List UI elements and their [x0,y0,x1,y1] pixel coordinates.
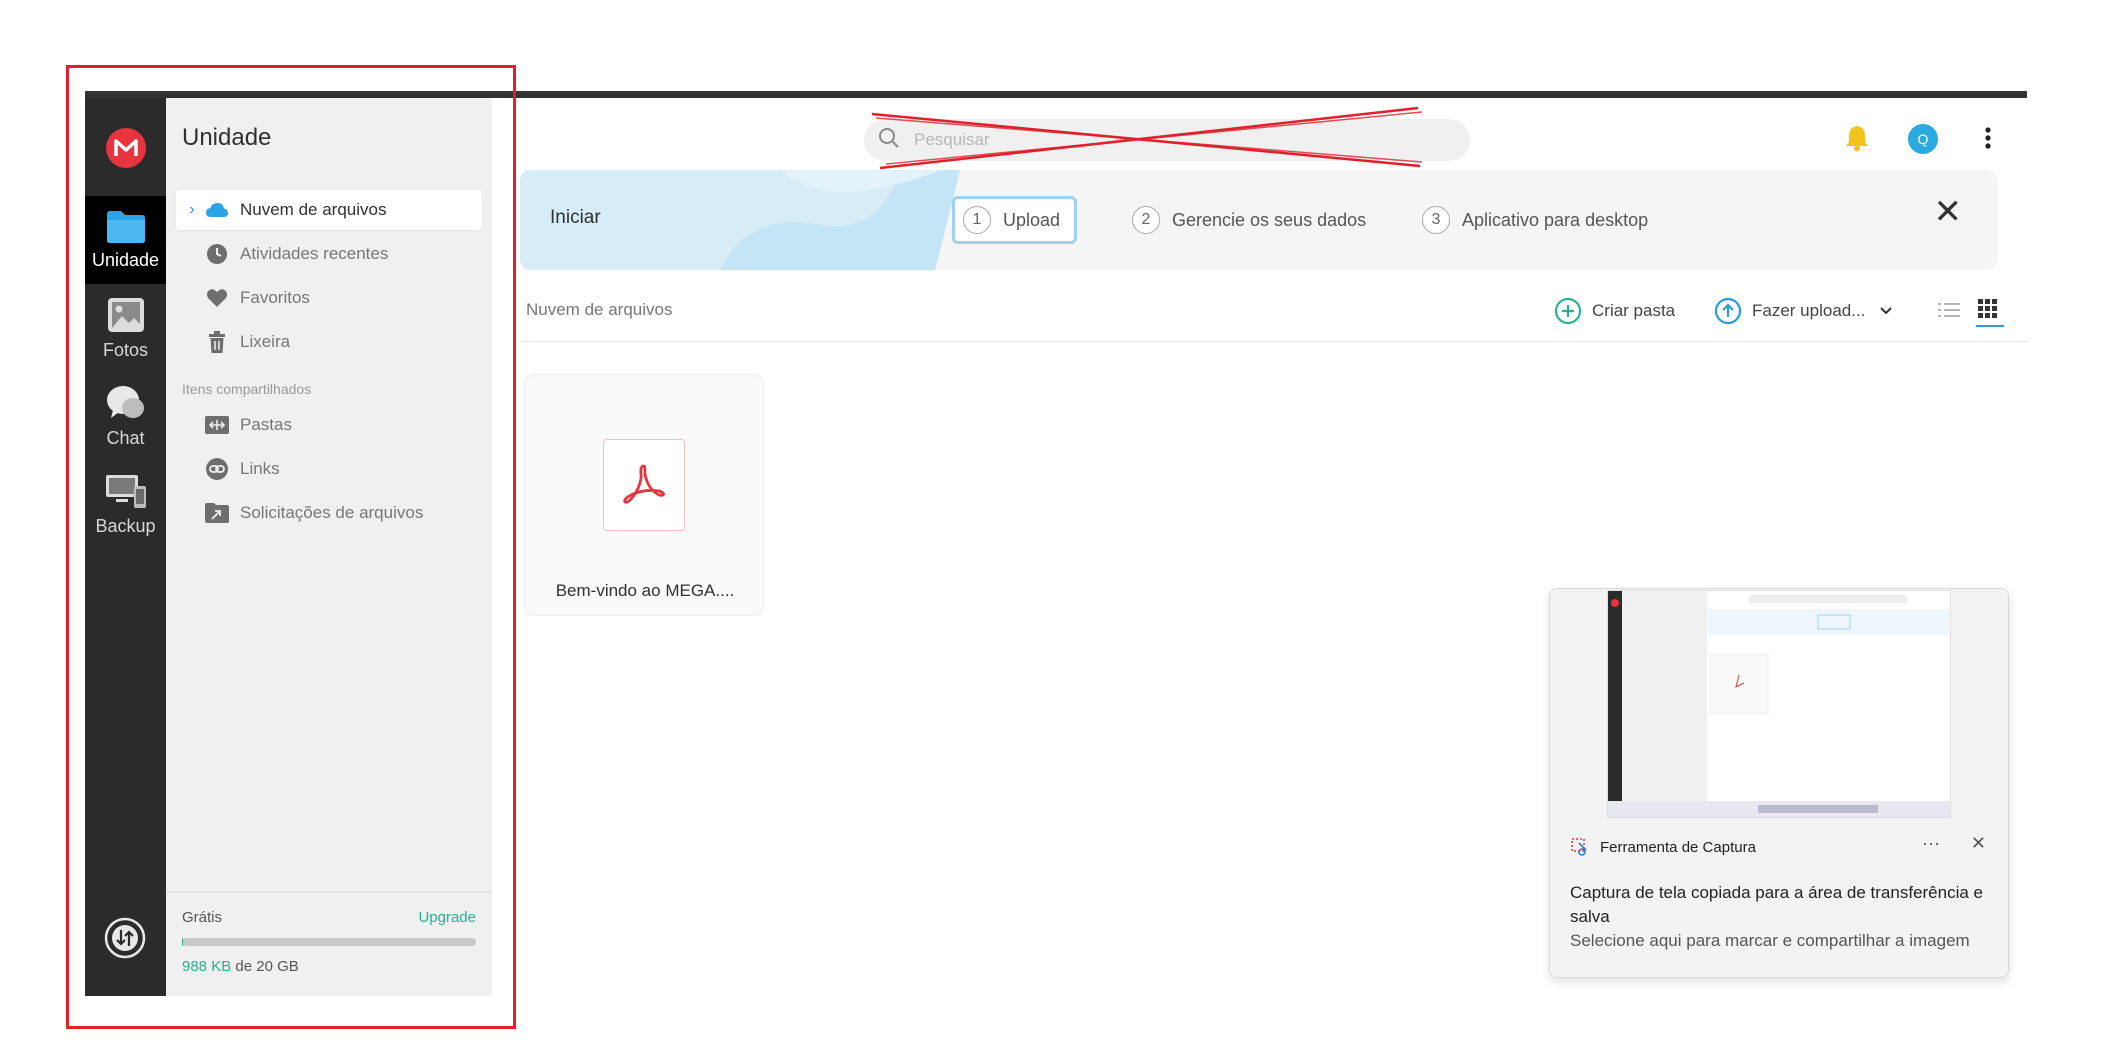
notifications-bell-icon[interactable] [1844,124,1870,157]
nav-label: Favoritos [240,288,310,307]
folder-icon [106,211,145,243]
list-view-icon[interactable] [1938,302,1960,323]
window-top-border [85,91,2027,98]
nav-item-lixeira[interactable]: Lixeira [176,322,482,362]
panel-divider [166,891,492,893]
grid-view-icon[interactable] [1978,299,1998,324]
step-label: Aplicativo para desktop [1462,209,1649,230]
search-input[interactable] [914,130,1394,150]
avatar[interactable]: Q [1908,124,1938,154]
cloud-icon [204,197,230,223]
shared-folder-icon [204,412,230,438]
nav-item-links[interactable]: Links [176,449,482,489]
screenshot-thumbnail[interactable] [1607,590,1951,818]
rail-label: Chat [106,428,145,448]
breadcrumb[interactable]: Nuvem de arquivos [526,300,672,320]
icon-rail: Unidade Fotos Chat Backup [85,98,166,996]
mega-logo[interactable] [106,128,146,168]
nav-label: Pastas [240,415,292,434]
plus-circle-icon [1554,297,1582,325]
mega-m-icon [114,139,138,156]
transfer-manager-button[interactable] [103,916,147,960]
screen: Unidade Fotos Chat Backup Unidade › Nuve… [0,0,2118,1062]
step-number: 2 [1132,206,1160,234]
devices-icon [105,475,146,508]
step-number: 3 [1422,206,1450,234]
step-aplicativo[interactable]: 3 Aplicativo para desktop [1422,196,1648,244]
nav-label: Solicitações de arquivos [240,503,424,522]
active-view-indicator [1976,325,2004,327]
rail-label: Unidade [91,250,160,270]
toolbar-divider [520,341,2028,342]
step-gerencie[interactable]: 2 Gerencie os seus dados [1132,196,1366,244]
rail-item-fotos[interactable]: Fotos [85,284,166,372]
nav-label: Nuvem de arquivos [240,200,387,219]
chevron-down-icon[interactable] [1879,306,1893,316]
shared-section-label: Itens compartilhados [182,381,312,397]
nav-item-nuvem-de-arquivos[interactable]: › Nuvem de arquivos [176,190,482,230]
nav-label: Links [240,459,280,478]
search-bar[interactable] [864,119,1470,161]
toast-message: Captura de tela copiada para a área de t… [1570,883,1983,926]
create-folder-button[interactable]: Criar pasta [1554,297,1675,325]
rail-item-unidade[interactable]: Unidade [85,196,166,284]
onboarding-banner: Iniciar 1 Upload 2 Gerencie os seus dado… [520,170,1998,270]
rail-label: Backup [95,516,156,536]
rail-label: Fotos [102,340,149,360]
search-icon [878,127,900,154]
toast-close-icon[interactable]: ✕ [1971,833,1986,854]
upload-arrow-icon [1714,297,1742,325]
trash-icon [204,329,230,355]
toast-more-icon[interactable]: ··· [1922,833,1940,854]
close-icon[interactable]: ✕ [1934,192,1963,232]
file-card[interactable]: Bem-vindo ao MEGA.... [524,374,764,616]
plan-label: Grátis [182,909,223,926]
heart-icon [204,285,230,311]
rail-item-backup[interactable]: Backup [85,460,166,548]
step-upload[interactable]: 1 Upload [952,196,1078,244]
file-name: Bem-vindo ao MEGA.... [555,581,735,600]
step-label: Gerencie os seus dados [1172,209,1367,230]
toast-subtext: Selecione aqui para marcar e compartilha… [1570,931,1970,950]
rail-item-chat[interactable]: Chat [85,372,166,460]
storage-usage: 988 KB de 20 GB [182,958,299,975]
toast-app-name: Ferramenta de Captura [1570,837,1756,857]
create-folder-label: Criar pasta [1592,301,1676,320]
upload-button[interactable]: Fazer upload... [1714,297,1893,325]
chat-icon [106,386,144,418]
more-options-icon[interactable] [1984,126,1992,155]
banner-title: Iniciar [550,207,601,228]
pdf-file-icon [603,439,685,531]
link-icon [204,456,230,482]
storage-fill [182,938,183,946]
chevron-right-icon[interactable]: › [182,201,202,219]
nav-item-atividades-recentes[interactable]: Atividades recentes [176,234,482,274]
nav-label: Atividades recentes [240,244,389,263]
snipping-tool-notification[interactable]: Ferramenta de Captura ··· ✕ Captura de t… [1549,588,2009,978]
nav-label: Lixeira [240,332,291,351]
step-number: 1 [963,206,991,234]
clock-icon [204,241,230,267]
step-label: Upload [1003,209,1061,230]
photo-icon [107,298,144,332]
nav-item-solicitacoes-de-arquivos[interactable]: Solicitações de arquivos [176,493,482,533]
transfers-icon [104,917,146,959]
toast-app-label: Ferramenta de Captura [1600,838,1756,856]
snipping-tool-icon [1571,838,1587,856]
panel-title: Unidade [182,124,272,151]
upgrade-link[interactable]: Upgrade [418,909,476,926]
file-request-icon [204,500,230,526]
storage-used: 988 KB [182,958,232,975]
nav-item-pastas[interactable]: Pastas [176,405,482,445]
side-panel: Unidade › Nuvem de arquivos Atividades r… [166,98,492,996]
upload-label: Fazer upload... [1752,301,1866,320]
storage-bar [182,938,476,946]
nav-item-favoritos[interactable]: Favoritos [176,278,482,318]
storage-total: de 20 GB [231,958,299,975]
